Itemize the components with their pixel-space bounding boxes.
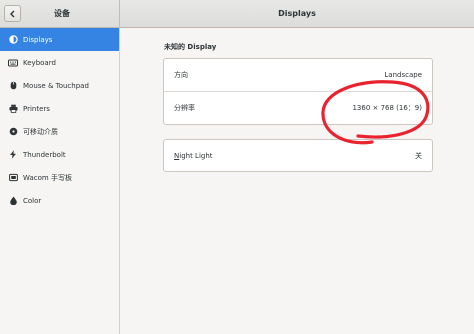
sidebar-item-removable-media[interactable]: 可移动介质 bbox=[0, 120, 119, 143]
night-light-row[interactable]: Night Light 关 bbox=[164, 140, 432, 171]
sidebar-item-mouse-touchpad[interactable]: Mouse & Touchpad bbox=[0, 74, 119, 97]
tablet-icon bbox=[8, 173, 18, 183]
sidebar-item-label: Mouse & Touchpad bbox=[23, 81, 89, 90]
color-icon bbox=[8, 196, 18, 206]
display-section-title: 未知的 Display bbox=[164, 43, 217, 51]
sidebar-item-label: Wacom 手写板 bbox=[23, 173, 72, 182]
sidebar-item-label: Keyboard bbox=[23, 58, 56, 67]
sidebar-item-label: Color bbox=[23, 196, 42, 205]
night-light-label: Night Light bbox=[174, 152, 213, 160]
sidebar-item-label: Printers bbox=[23, 104, 50, 113]
sidebar-header-title: 设备 bbox=[54, 9, 70, 18]
sidebar-item-label: 可移动介质 bbox=[23, 127, 58, 136]
main-panel: 未知的 Display 方向 Landscape 分辨率 1360 × 768 … bbox=[120, 28, 474, 334]
display-icon bbox=[8, 35, 18, 45]
orientation-row[interactable]: 方向 Landscape bbox=[164, 59, 432, 91]
sidebar-item-keyboard[interactable]: Keyboard bbox=[0, 51, 119, 74]
sidebar-item-printers[interactable]: Printers bbox=[0, 97, 119, 120]
sidebar-item-color[interactable]: Color bbox=[0, 189, 119, 212]
display-settings-card: 方向 Landscape 分辨率 1360 × 768 (16：9) bbox=[163, 58, 433, 125]
chevron-left-icon bbox=[10, 10, 15, 17]
back-button[interactable] bbox=[4, 5, 21, 22]
window-title: Displays bbox=[278, 9, 316, 18]
night-light-label-rest: ight Light bbox=[179, 151, 213, 160]
resolution-value: 1360 × 768 (16：9) bbox=[352, 104, 422, 112]
sidebar-item-displays[interactable]: Displays bbox=[0, 28, 119, 51]
orientation-label: 方向 bbox=[174, 71, 188, 79]
thunderbolt-icon bbox=[8, 150, 18, 160]
sidebar: Displays Keyboard Mouse & Touchpad Print… bbox=[0, 28, 120, 334]
night-light-card: Night Light 关 bbox=[163, 139, 433, 172]
sidebar-item-label: Thunderbolt bbox=[23, 150, 66, 159]
sidebar-item-thunderbolt[interactable]: Thunderbolt bbox=[0, 143, 119, 166]
night-light-value: 关 bbox=[415, 151, 422, 160]
keyboard-icon bbox=[8, 58, 18, 68]
orientation-value: Landscape bbox=[384, 71, 422, 79]
resolution-label: 分辨率 bbox=[174, 104, 195, 112]
sidebar-item-label: Displays bbox=[23, 35, 53, 44]
mouse-icon bbox=[8, 81, 18, 91]
removable-media-icon bbox=[8, 127, 18, 137]
header-bar: 设备 Displays bbox=[0, 0, 474, 28]
printer-icon bbox=[8, 104, 18, 114]
resolution-row[interactable]: 分辨率 1360 × 768 (16：9) bbox=[164, 92, 432, 124]
sidebar-item-wacom-tablet[interactable]: Wacom 手写板 bbox=[0, 166, 119, 189]
settings-window: 设备 Displays Displays Keyboard Mouse & To… bbox=[0, 0, 474, 334]
